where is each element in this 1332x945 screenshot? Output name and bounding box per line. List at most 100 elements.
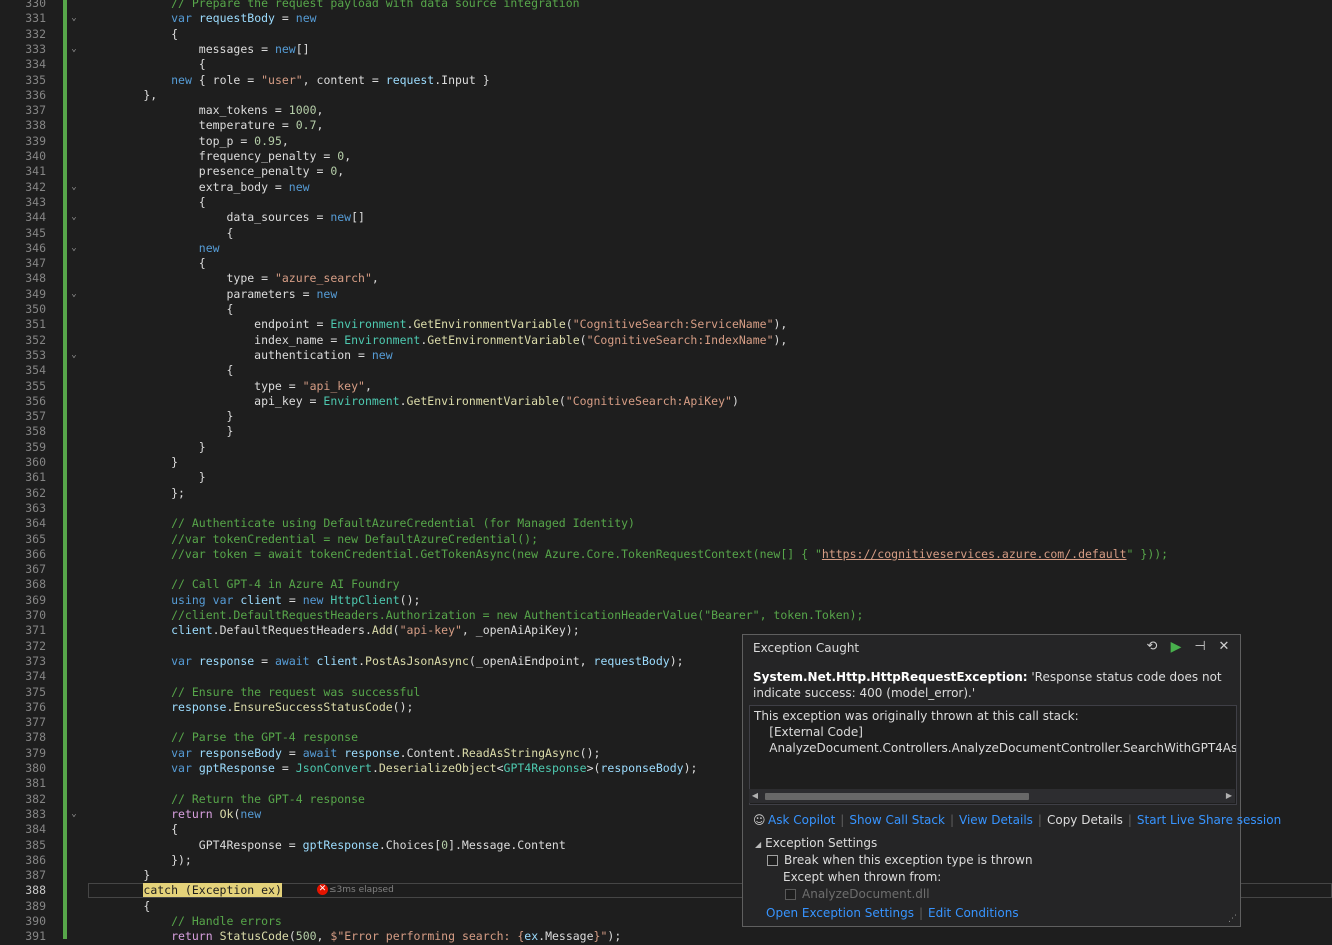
code-text[interactable]: { [88, 302, 233, 317]
code-line[interactable]: 356 api_key = Environment.GetEnvironment… [0, 394, 1332, 409]
scroll-left-icon[interactable]: ◀ [749, 789, 761, 803]
code-line[interactable]: 330 // Prepare the request payload with … [0, 0, 1332, 11]
code-line[interactable]: 348 type = "azure_search", [0, 271, 1332, 286]
resize-grip-icon[interactable]: ⋰ [1228, 914, 1238, 924]
code-text[interactable]: } [88, 455, 178, 470]
code-line[interactable]: 367 [0, 562, 1332, 577]
horizontal-scrollbar[interactable]: ◀ ▶ [749, 789, 1235, 803]
code-text[interactable]: } [88, 868, 150, 883]
fold-chevron-icon[interactable]: ⌄ [69, 11, 79, 26]
code-text[interactable]: index_name = Environment.GetEnvironmentV… [88, 333, 787, 348]
code-line[interactable]: 354 { [0, 363, 1332, 378]
code-text[interactable]: api_key = Environment.GetEnvironmentVari… [88, 394, 739, 409]
code-text[interactable]: }); [88, 853, 192, 868]
ask-copilot-link[interactable]: Ask Copilot [768, 813, 835, 827]
code-text[interactable]: // Handle errors [88, 914, 282, 929]
code-text[interactable]: response.EnsureSuccessStatusCode(); [88, 700, 413, 715]
edit-conditions-link[interactable]: Edit Conditions [928, 906, 1019, 920]
code-line[interactable]: 369 using var client = new HttpClient(); [0, 593, 1332, 608]
code-text[interactable]: { [88, 226, 233, 241]
code-line[interactable]: 334 { [0, 57, 1332, 72]
code-text[interactable]: client.DefaultRequestHeaders.Add("api-ke… [88, 623, 580, 638]
code-line[interactable]: 355 type = "api_key", [0, 379, 1332, 394]
collapse-triangle-icon[interactable]: ◢ [755, 840, 761, 849]
break-checkbox-row[interactable]: Break when this exception type is thrown [767, 853, 1033, 867]
code-text[interactable]: //var tokenCredential = new DefaultAzure… [88, 532, 538, 547]
continue-icon[interactable]: ▶ [1168, 639, 1184, 655]
code-text[interactable]: { [88, 57, 206, 72]
code-text[interactable]: // Return the GPT-4 response [88, 792, 365, 807]
pin-icon[interactable]: ⊣ [1192, 639, 1208, 655]
code-line[interactable]: 391 return StatusCode(500, $"Error perfo… [0, 929, 1332, 944]
fold-chevron-icon[interactable]: ⌄ [69, 348, 79, 363]
code-line[interactable]: 365 //var tokenCredential = new DefaultA… [0, 532, 1332, 547]
view-details-link[interactable]: View Details [959, 813, 1033, 827]
code-text[interactable]: temperature = 0.7, [88, 118, 324, 133]
show-call-stack-link[interactable]: Show Call Stack [849, 813, 945, 827]
break-checkbox[interactable] [767, 855, 778, 866]
code-line[interactable]: 359 } [0, 440, 1332, 455]
code-text[interactable]: parameters = new [88, 287, 337, 302]
code-line[interactable]: 363 [0, 501, 1332, 516]
code-line[interactable]: 366 //var token = await tokenCredential.… [0, 547, 1332, 562]
code-text[interactable]: //var token = await tokenCredential.GetT… [88, 547, 1168, 562]
code-text[interactable]: frequency_penalty = 0, [88, 149, 351, 164]
code-line[interactable]: 338 temperature = 0.7, [0, 118, 1332, 133]
code-text[interactable]: catch (Exception ex) [88, 883, 282, 898]
code-line[interactable]: 364 // Authenticate using DefaultAzureCr… [0, 516, 1332, 531]
code-text[interactable]: { [88, 27, 178, 42]
history-icon[interactable]: ⟲ [1144, 639, 1160, 655]
code-text[interactable]: // Prepare the request payload with data… [88, 0, 580, 11]
code-line[interactable]: 361 } [0, 470, 1332, 485]
code-line[interactable]: 332 { [0, 27, 1332, 42]
code-text[interactable]: GPT4Response = gptResponse.Choices[0].Me… [88, 838, 566, 853]
close-icon[interactable]: ✕ [1216, 639, 1232, 655]
code-text[interactable]: } [88, 424, 233, 439]
code-line[interactable]: 347 { [0, 256, 1332, 271]
code-text[interactable]: presence_penalty = 0, [88, 164, 344, 179]
code-line[interactable]: 370 //client.DefaultRequestHeaders.Autho… [0, 608, 1332, 623]
code-line[interactable]: 344 ⌄ data_sources = new[] [0, 210, 1332, 225]
code-line[interactable]: 368 // Call GPT-4 in Azure AI Foundry [0, 577, 1332, 592]
code-line[interactable]: 345 { [0, 226, 1332, 241]
code-text[interactable]: }, [88, 88, 157, 103]
code-text[interactable]: { [88, 363, 233, 378]
code-text[interactable]: type = "azure_search", [88, 271, 378, 286]
code-text[interactable]: { [88, 822, 178, 837]
scroll-right-icon[interactable]: ▶ [1223, 789, 1235, 803]
code-text[interactable]: data_sources = new[] [88, 210, 365, 225]
code-line[interactable]: 337 max_tokens = 1000, [0, 103, 1332, 118]
code-line[interactable]: 350 { [0, 302, 1332, 317]
code-line[interactable]: 349 ⌄ parameters = new [0, 287, 1332, 302]
code-line[interactable]: 339 top_p = 0.95, [0, 134, 1332, 149]
code-text[interactable]: endpoint = Environment.GetEnvironmentVar… [88, 317, 787, 332]
code-line[interactable]: 341 presence_penalty = 0, [0, 164, 1332, 179]
code-line[interactable]: 362 }; [0, 486, 1332, 501]
code-line[interactable]: 333 ⌄ messages = new[] [0, 42, 1332, 57]
code-line[interactable]: 351 endpoint = Environment.GetEnvironmen… [0, 317, 1332, 332]
copy-details-link[interactable]: Copy Details [1047, 813, 1123, 827]
code-text[interactable]: } [88, 470, 206, 485]
code-text[interactable]: new { role = "user", content = request.I… [88, 73, 490, 88]
open-exception-settings-link[interactable]: Open Exception Settings [766, 906, 914, 920]
code-text[interactable]: { [88, 195, 206, 210]
code-text[interactable]: { [88, 256, 206, 271]
code-text[interactable]: using var client = new HttpClient(); [88, 593, 420, 608]
code-text[interactable]: extra_body = new [88, 180, 310, 195]
fold-chevron-icon[interactable]: ⌄ [69, 180, 79, 195]
code-line[interactable]: 340 frequency_penalty = 0, [0, 149, 1332, 164]
code-text[interactable]: } [88, 440, 206, 455]
code-text[interactable]: new [88, 241, 220, 256]
code-text[interactable]: } [88, 409, 233, 424]
fold-chevron-icon[interactable]: ⌄ [69, 210, 79, 225]
code-text[interactable]: // Call GPT-4 in Azure AI Foundry [88, 577, 399, 592]
code-text[interactable]: var response = await client.PostAsJsonAs… [88, 654, 683, 669]
code-text[interactable]: max_tokens = 1000, [88, 103, 324, 118]
code-text[interactable]: //client.DefaultRequestHeaders.Authoriza… [88, 608, 863, 623]
code-text[interactable]: messages = new[] [88, 42, 310, 57]
code-line[interactable]: 342 ⌄ extra_body = new [0, 180, 1332, 195]
code-text[interactable]: return StatusCode(500, $"Error performin… [88, 929, 621, 944]
code-text[interactable]: { [88, 899, 150, 914]
code-line[interactable]: 360 } [0, 455, 1332, 470]
code-text[interactable]: }; [88, 486, 185, 501]
